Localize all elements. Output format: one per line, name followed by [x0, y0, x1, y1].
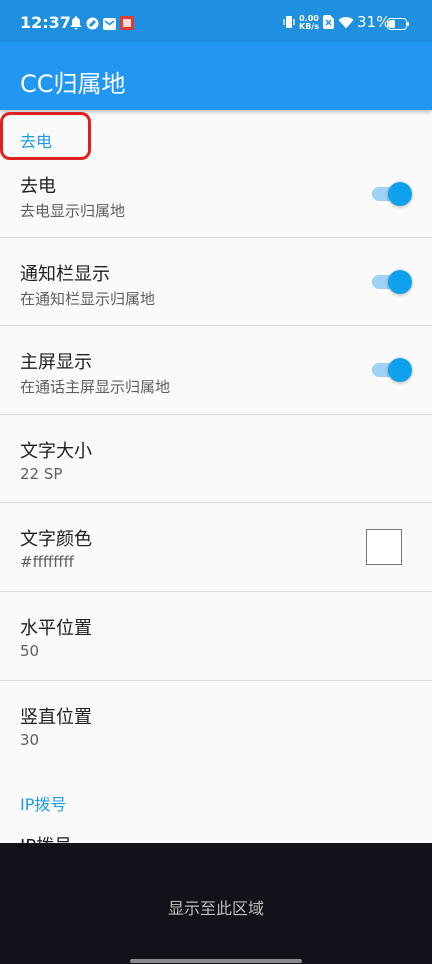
highlight-annotation [0, 112, 91, 160]
pref-horizontal-position[interactable]: 水平位置 50 [0, 592, 432, 680]
pref-summary: 30 [20, 731, 40, 749]
notification-bell-icon [70, 15, 82, 34]
pref-summary: #ffffffff [20, 553, 74, 571]
notification-switch[interactable] [372, 270, 412, 294]
pref-title: 文字颜色 [20, 529, 92, 550]
vibrate-icon [282, 14, 296, 33]
pref-title: 水平位置 [20, 618, 92, 639]
app-badge-icon [120, 15, 134, 34]
pref-summary: 去电显示归属地 [20, 202, 126, 220]
pref-notification-display[interactable]: 通知栏显示 在通知栏显示归属地 [0, 238, 432, 326]
category-ip-dial: IP拨号 [20, 795, 67, 814]
pref-text-size[interactable]: 文字大小 22 SP [0, 415, 432, 503]
pref-summary: 22 SP [20, 465, 63, 483]
outgoing-switch[interactable] [372, 182, 412, 206]
battery-icon [387, 15, 409, 34]
pref-title: 文字大小 [20, 441, 92, 462]
pref-text-color[interactable]: 文字颜色 #ffffffff [0, 503, 432, 591]
display-area-overlay: 显示至此区域 [0, 843, 432, 964]
pref-title: 通知栏显示 [20, 264, 110, 285]
pref-title: 主屏显示 [20, 352, 92, 373]
pref-summary: 在通知栏显示归属地 [20, 290, 156, 308]
status-time: 12:37 [20, 13, 71, 32]
pref-main-screen-display[interactable]: 主屏显示 在通话主屏显示归属地 [0, 326, 432, 414]
battery-percent: 31% [357, 13, 391, 31]
app-icon [86, 15, 99, 34]
overlay-text: 显示至此区域 [167, 899, 264, 918]
network-speed-unit: KB/s [299, 22, 319, 31]
pref-vertical-position[interactable]: 竖直位置 30 [0, 681, 432, 769]
color-swatch[interactable] [366, 529, 402, 565]
wifi-icon [338, 14, 354, 33]
pref-title: 去电 [20, 176, 56, 197]
app-bar: CC归属地 [0, 42, 432, 110]
settings-list[interactable]: 去电 去电 去电显示归属地 通知栏显示 在通知栏显示归属地 主屏显示 在通话主屏… [0, 110, 432, 843]
pref-ip-dial-title[interactable]: IP拨号 [20, 832, 72, 843]
status-bar: 12:37 0.00 KB/s 31% [0, 0, 432, 42]
gesture-handle[interactable] [130, 959, 302, 963]
app-title: CC归属地 [20, 70, 126, 98]
pref-title: 竖直位置 [20, 707, 92, 728]
pref-summary: 在通话主屏显示归属地 [20, 378, 171, 396]
network-speed: 0.00 KB/s [299, 15, 319, 31]
pref-summary: 50 [20, 642, 40, 660]
pref-outgoing[interactable]: 去电 去电显示归属地 [0, 150, 432, 238]
sim-off-icon [323, 14, 334, 33]
main-screen-switch[interactable] [372, 358, 412, 382]
mail-icon [103, 15, 116, 34]
